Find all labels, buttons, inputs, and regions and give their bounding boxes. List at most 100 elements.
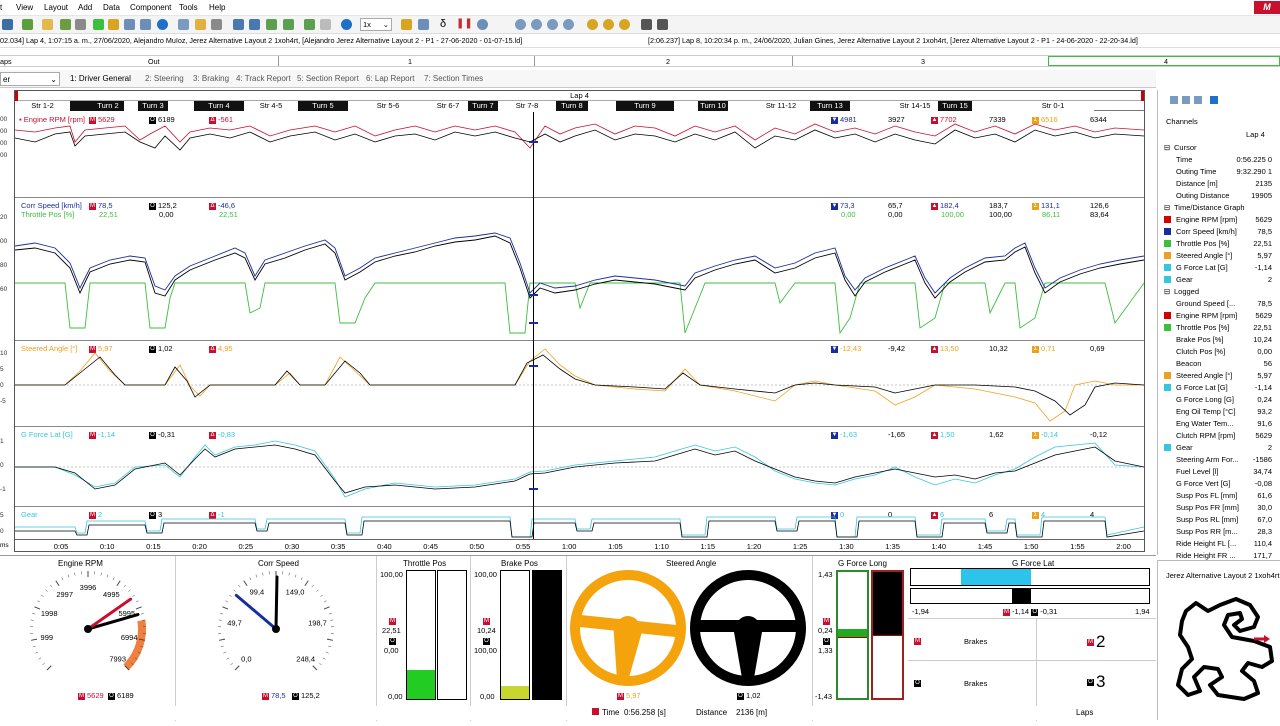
segment-22[interactable]: Str 14-15 (892, 101, 938, 111)
graph-cursor-line[interactable] (533, 112, 534, 539)
segment-19[interactable]: Str 11-12 (752, 101, 810, 111)
window-icon[interactable] (418, 19, 429, 30)
channel-row[interactable]: Steered Angle [°]5,97 (1158, 370, 1280, 382)
channel-row[interactable]: Time0:56.225 0 (1158, 154, 1280, 166)
channel-row[interactable]: Engine RPM [rpm]5629 (1158, 310, 1280, 322)
save-icon[interactable] (2, 19, 13, 30)
segment-16[interactable] (674, 101, 698, 111)
filter-add-icon[interactable] (283, 19, 294, 30)
segment-10[interactable]: Str 6-7 (428, 101, 468, 111)
segment-6[interactable]: Turn 4 (194, 101, 244, 111)
channel-row[interactable]: Corr Speed [km/h]78,5 (1158, 226, 1280, 238)
segment-5[interactable] (168, 101, 194, 111)
channel-row[interactable]: Throttle Pos [%]22,51 (1158, 238, 1280, 250)
menu-file[interactable]: t (0, 3, 2, 12)
track-map[interactable] (1158, 581, 1280, 721)
sort-icon[interactable] (1170, 96, 1178, 104)
globe-icon[interactable] (341, 19, 352, 30)
playback-speed-select[interactable]: 1x⌄ (360, 18, 392, 31)
segment-3[interactable] (124, 101, 138, 111)
zoom-icon[interactable] (477, 19, 488, 30)
delta-icon[interactable]: δ (440, 18, 446, 30)
channel-row[interactable]: Susp Pos FL [mm]61,6 (1158, 490, 1280, 502)
segment-18[interactable] (728, 101, 752, 111)
segment-23[interactable]: Turn 15 (938, 101, 972, 111)
menu-tools[interactable]: Tools (179, 3, 198, 12)
segment-13[interactable]: Turn 8 (556, 101, 588, 111)
channel-row[interactable]: Susp Pos RR [m...28,3 (1158, 526, 1280, 538)
tab-driver-general[interactable]: 1: Driver General (70, 74, 131, 83)
tab-section-report[interactable]: 5: Section Report (297, 74, 359, 83)
zoom-reset-icon[interactable] (563, 19, 574, 30)
channel-row[interactable]: Fuel Level [l]34,74 (1158, 466, 1280, 478)
channel-row[interactable]: G Force Vert [G]-0,08 (1158, 478, 1280, 490)
collapse-icon[interactable]: ⊟ (1164, 143, 1170, 152)
lap-4[interactable]: 4 (1164, 57, 1168, 66)
menu-help[interactable]: Help (209, 3, 225, 12)
menu-component[interactable]: Component (130, 3, 171, 12)
channel-row[interactable]: Steered Angle [°]5,97 (1158, 250, 1280, 262)
lap-2[interactable]: 2 (666, 57, 670, 66)
segment-12[interactable]: Str 7-8 (498, 101, 556, 111)
channel-row[interactable]: G Force Lat [G]-1,14 (1158, 382, 1280, 394)
add-icon[interactable] (93, 19, 104, 30)
segment-1[interactable] (70, 101, 92, 111)
tab-steering[interactable]: 2: Steering (145, 74, 184, 83)
columns-icon[interactable] (1194, 96, 1202, 104)
table-icon[interactable] (124, 19, 135, 30)
panel-icon[interactable] (1210, 96, 1218, 104)
collapse-icon[interactable] (657, 19, 668, 30)
segment-15[interactable]: Turn 9 (616, 101, 674, 111)
info-icon[interactable] (157, 19, 168, 30)
channel-row[interactable]: Engine RPM [rpm]5629 (1158, 214, 1280, 226)
segment-17[interactable]: Turn 10 (698, 101, 728, 111)
menu-view[interactable]: View (16, 3, 33, 12)
segment-2[interactable]: Turn 2 (92, 101, 124, 111)
filter-icon[interactable] (1182, 96, 1190, 104)
tab-braking[interactable]: 3: Braking (193, 74, 229, 83)
channel-row[interactable]: Clutch RPM [rpm]5629 (1158, 430, 1280, 442)
channel-row[interactable]: Gear2 (1158, 442, 1280, 454)
segment-24[interactable] (972, 101, 1012, 111)
time-distance-graph[interactable]: Lap 4 Str 1-2Turn 2Turn 3Turn 4Str 4-5Tu… (14, 90, 1145, 552)
channel-row[interactable]: G Force Long [G]0,24 (1158, 394, 1280, 406)
zoom-x-fit-icon[interactable] (619, 19, 630, 30)
channel-row[interactable]: Clutch Pos [%]0,00 (1158, 346, 1280, 358)
segment-25[interactable]: Str 0-1 (1012, 101, 1094, 111)
segment-11[interactable]: Turn 7 (468, 101, 498, 111)
segment-21[interactable] (850, 101, 892, 111)
channel-group[interactable]: ⊟Logged (1158, 286, 1280, 298)
channel-row[interactable]: Susp Pos FR [mm]30,0 (1158, 502, 1280, 514)
zoom-out-icon[interactable] (531, 19, 542, 30)
channel-group[interactable]: ⊟Time/Distance Graph (1158, 202, 1280, 214)
lap-out[interactable]: Out (148, 57, 160, 66)
channel-row[interactable]: Eng Oil Temp [°C]93,2 (1158, 406, 1280, 418)
prev-lap-icon[interactable] (233, 19, 244, 30)
channel-row[interactable]: Gear2 (1158, 274, 1280, 286)
channel-row[interactable]: Beacon56 (1158, 358, 1280, 370)
segment-4[interactable]: Turn 3 (138, 101, 168, 111)
segment-0[interactable]: Str 1-2 (15, 101, 70, 111)
channel-group[interactable]: ⊟Cursor (1158, 142, 1280, 154)
channel-row[interactable]: Brake Pos [%]10,24 (1158, 334, 1280, 346)
channel-row[interactable]: Steering Arm For...-1586 (1158, 454, 1280, 466)
tool-icon[interactable] (60, 19, 71, 30)
channel-row[interactable]: Ride Height FL [...110,4 (1158, 538, 1280, 550)
worksheet-select[interactable]: er⌄ (0, 72, 60, 86)
channel-row[interactable]: Susp Pos RL [mm]67,0 (1158, 514, 1280, 526)
open-folder-icon[interactable] (42, 19, 53, 30)
segment-20[interactable]: Turn 13 (810, 101, 850, 111)
export-icon[interactable] (304, 19, 315, 30)
unlink-icon[interactable] (320, 19, 331, 30)
segment-14[interactable] (588, 101, 616, 111)
layout-grid-icon[interactable] (211, 19, 222, 30)
grid-icon[interactable] (75, 19, 86, 30)
channel-row[interactable]: Eng Water Tem...91,6 (1158, 418, 1280, 430)
pause-icon[interactable]: ❚❚ (456, 18, 473, 29)
zoom-x-in-icon[interactable] (587, 19, 598, 30)
list-icon[interactable] (140, 19, 151, 30)
print-icon[interactable] (108, 19, 119, 30)
tab-lap-report[interactable]: 6: Lap Report (366, 74, 414, 83)
tab-track-report[interactable]: 4: Track Report (236, 74, 291, 83)
zoom-fit-icon[interactable] (547, 19, 558, 30)
